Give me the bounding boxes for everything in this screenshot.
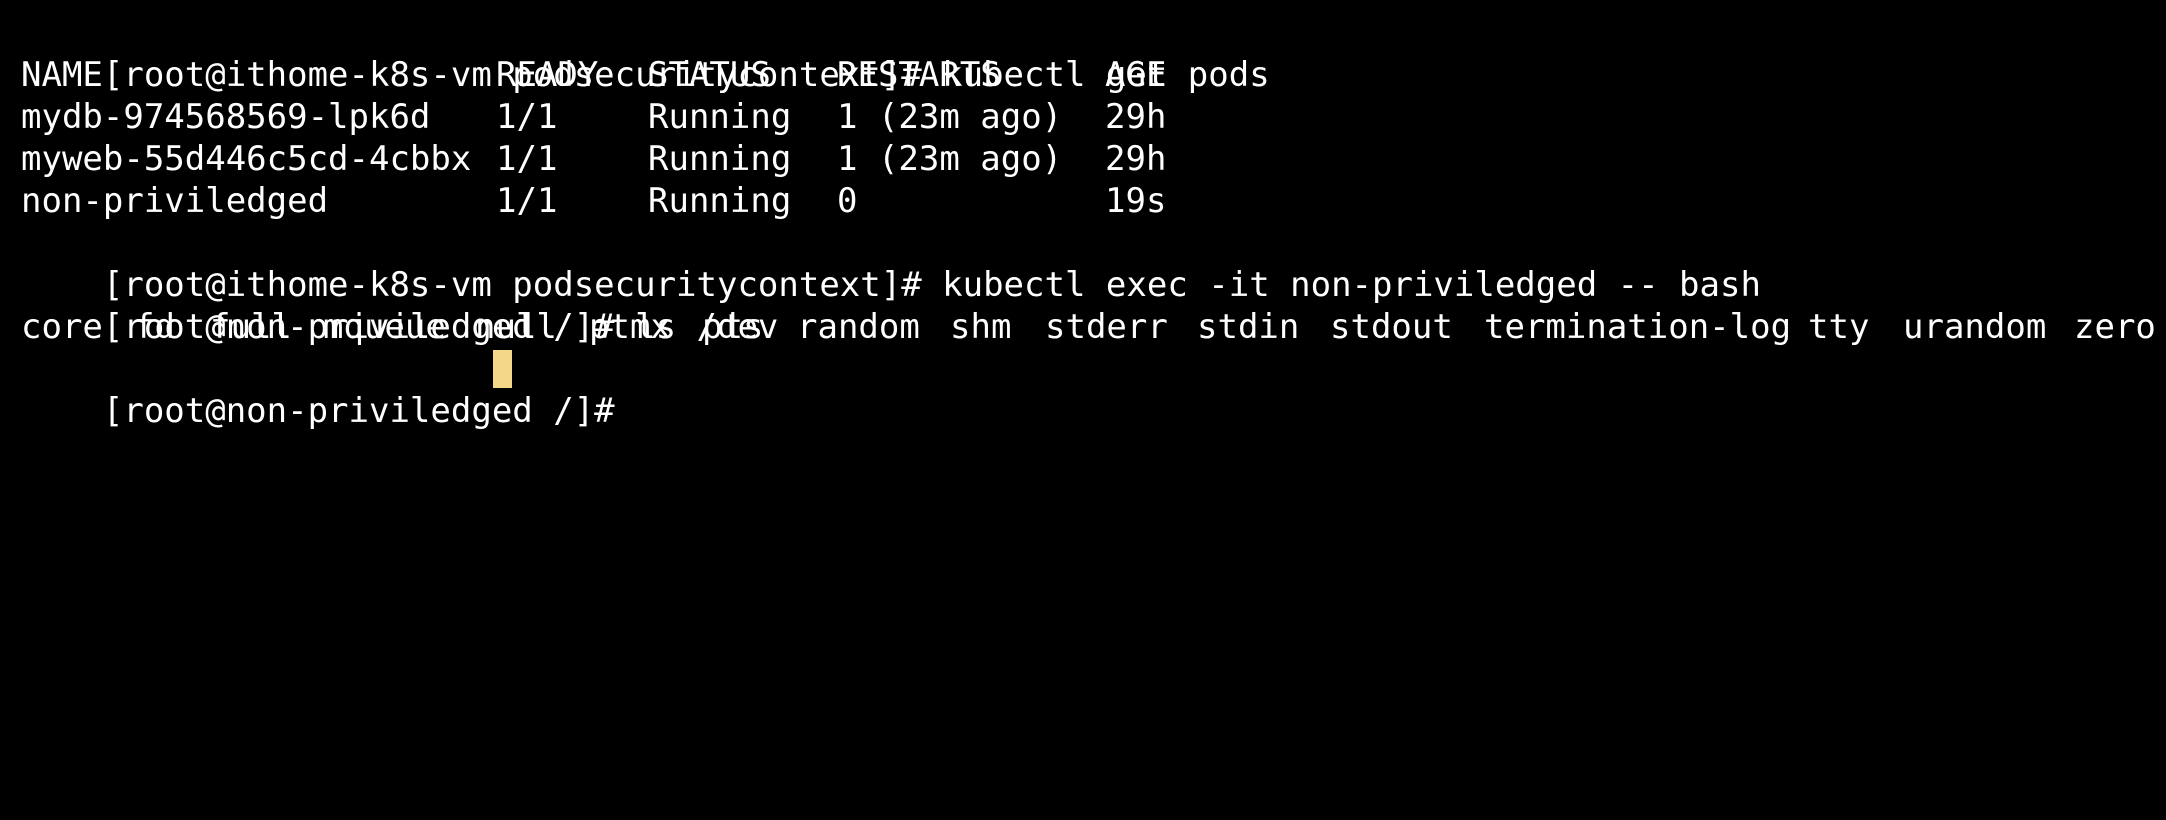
- pod-ready: 1/1: [496, 97, 558, 137]
- dev-listing: core fd full mqueue null ptmx pts random…: [21, 306, 2161, 348]
- header-status: STATUS: [648, 55, 771, 95]
- pod-name: myweb-55d446c5cd-4cbbx: [21, 139, 472, 179]
- header-age: AGE: [1105, 55, 1167, 95]
- command-line-exec: [root@ithome-k8s-vm podsecuritycontext]#…: [21, 222, 1761, 305]
- table-row: non-priviledged 1/1 Running 0 19s: [21, 180, 1201, 222]
- table-row: myweb-55d446c5cd-4cbbx 1/1 Running 1 (23…: [21, 138, 1201, 180]
- pods-table-header: NAME READY STATUS RESTARTS AGE: [21, 54, 1201, 96]
- dev-entry: zero: [2074, 307, 2156, 347]
- dev-entry: urandom: [1903, 307, 2047, 347]
- pod-ready: 1/1: [496, 139, 558, 179]
- dev-entry: termination-log: [1484, 307, 1792, 347]
- dev-entry: full: [210, 307, 292, 347]
- pod-name: mydb-974568569-lpk6d: [21, 97, 431, 137]
- pod-ready: 1/1: [496, 181, 558, 221]
- command-line-get-pods: [root@ithome-k8s-vm podsecuritycontext]#…: [21, 12, 1270, 95]
- terminal-window[interactable]: [root@ithome-k8s-vm podsecuritycontext]#…: [0, 0, 2166, 431]
- shell-prompt: [root@non-priviledged /]#: [102, 391, 636, 431]
- dev-entry: core: [21, 307, 103, 347]
- dev-entry: fd: [134, 307, 175, 347]
- prompt-line[interactable]: [root@non-priviledged /]#: [21, 348, 635, 431]
- table-row: mydb-974568569-lpk6d 1/1 Running 1 (23m …: [21, 96, 1201, 138]
- dev-entry: pts: [702, 307, 764, 347]
- pod-status: Running: [648, 139, 792, 179]
- terminal-cursor: [493, 350, 512, 388]
- dev-entry: mqueue: [323, 307, 446, 347]
- pod-name: non-priviledged: [21, 181, 329, 221]
- dev-entry: stdin: [1197, 307, 1300, 347]
- pod-restarts: 1 (23m ago): [837, 97, 1063, 137]
- dev-entry: stderr: [1045, 307, 1168, 347]
- dev-entry: ptmx: [589, 307, 671, 347]
- command-line-ls-dev: [root@non-priviledged /]# ls /dev: [21, 264, 779, 347]
- header-restarts: RESTARTS: [837, 55, 1001, 95]
- pod-restarts: 0: [837, 181, 858, 221]
- pod-age: 29h: [1105, 97, 1167, 137]
- pod-age: 19s: [1105, 181, 1167, 221]
- dev-entry: stdout: [1330, 307, 1453, 347]
- dev-entry: tty: [1808, 307, 1870, 347]
- pod-status: Running: [648, 97, 792, 137]
- header-name: NAME: [21, 55, 103, 95]
- dev-entry: shm: [950, 307, 1012, 347]
- pod-status: Running: [648, 181, 792, 221]
- pod-age: 29h: [1105, 139, 1167, 179]
- dev-entry: null: [475, 307, 557, 347]
- pod-restarts: 1 (23m ago): [837, 139, 1063, 179]
- header-ready: READY: [496, 55, 599, 95]
- dev-entry: random: [797, 307, 920, 347]
